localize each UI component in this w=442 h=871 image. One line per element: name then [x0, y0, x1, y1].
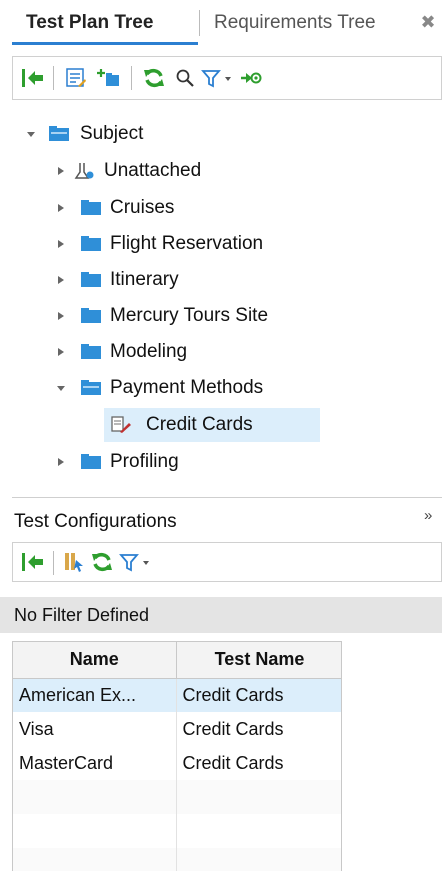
details-icon[interactable] [65, 67, 87, 89]
collapsed-arrow-icon[interactable] [54, 334, 68, 370]
cell-name: Visa [13, 712, 177, 746]
tree-item-unattached[interactable]: Unattached [0, 153, 442, 189]
filter-icon[interactable] [119, 551, 139, 573]
refresh-icon[interactable] [143, 67, 165, 89]
tree-item-label: Credit Cards [146, 414, 253, 435]
active-tab-indicator [12, 42, 198, 45]
folder-icon [81, 454, 101, 469]
open-folder-icon [49, 126, 69, 141]
collapse-icon[interactable]: » [424, 507, 438, 527]
column-header-test-name[interactable]: Test Name [176, 642, 341, 679]
tree-item-label: Profiling [110, 451, 179, 472]
cell-test-name: Credit Cards [176, 712, 341, 746]
tree-item-label: Subject [80, 123, 144, 144]
toolbar-separator [53, 66, 54, 90]
tree-item-itinerary[interactable]: Itinerary [0, 262, 442, 298]
tab-test-plan-tree[interactable]: Test Plan Tree [14, 0, 196, 44]
filter-status: No Filter Defined [0, 597, 442, 633]
splitter[interactable] [12, 497, 442, 498]
collapsed-arrow-icon[interactable] [54, 226, 68, 262]
tree-toolbar [12, 56, 442, 100]
tab-requirements-tree[interactable]: Requirements Tree [214, 0, 442, 44]
unattached-icon [74, 163, 94, 179]
empty-row [13, 780, 341, 814]
cell-test-name: Credit Cards [176, 678, 341, 712]
close-tab-icon[interactable]: ✖ [418, 12, 438, 32]
table-row[interactable]: MasterCard Credit Cards [13, 746, 341, 780]
table-row[interactable]: Visa Credit Cards [13, 712, 341, 746]
tree-item-profiling[interactable]: Profiling [0, 444, 442, 480]
filter-icon[interactable] [201, 67, 221, 89]
back-arrow-icon[interactable] [21, 67, 45, 89]
table-row[interactable]: American Ex... Credit Cards [13, 678, 341, 712]
select-columns-icon[interactable] [63, 551, 85, 573]
tree-item-label: Flight Reservation [110, 233, 264, 254]
tree-item-label: Itinerary [110, 269, 179, 290]
folder-icon [81, 200, 101, 215]
tab-bar: Test Plan Tree Requirements Tree ✖ [0, 0, 442, 48]
empty-row [13, 848, 341, 871]
cell-name: MasterCard [13, 746, 177, 780]
tree-item-payment-methods[interactable]: Payment Methods [0, 370, 442, 406]
folder-icon [81, 236, 101, 251]
tree-item-label: Payment Methods [110, 377, 264, 398]
toolbar-separator [53, 551, 54, 575]
collapsed-arrow-icon[interactable] [54, 190, 68, 226]
folder-icon [81, 344, 101, 359]
tree-item-label: Modeling [110, 341, 188, 362]
new-folder-icon[interactable] [97, 67, 121, 89]
tab-separator [199, 10, 200, 36]
collapsed-arrow-icon[interactable] [54, 153, 68, 189]
configurations-grid: Name Test Name American Ex... Credit Car… [12, 641, 342, 871]
collapsed-arrow-icon[interactable] [54, 298, 68, 334]
dropdown-arrow-icon[interactable] [223, 67, 233, 89]
toolbar-separator [131, 66, 132, 90]
expanded-arrow-icon[interactable] [24, 116, 38, 152]
test-script-icon [111, 416, 131, 433]
open-folder-icon [81, 380, 101, 395]
column-header-name[interactable]: Name [13, 642, 177, 679]
tree-item-label: Cruises [110, 197, 175, 218]
empty-row [13, 814, 341, 848]
section-title: Test Configurations [14, 511, 177, 532]
folder-icon [81, 308, 101, 323]
expanded-arrow-icon[interactable] [54, 370, 68, 406]
refresh-icon[interactable] [91, 551, 113, 573]
find-icon[interactable] [175, 67, 195, 89]
tree-item-label: Mercury Tours Site [110, 305, 269, 326]
tree-item-flight-reservation[interactable]: Flight Reservation [0, 226, 442, 262]
tree-item-mercury-tours-site[interactable]: Mercury Tours Site [0, 298, 442, 334]
back-arrow-icon[interactable] [21, 551, 45, 573]
tree-item-subject[interactable]: Subject [0, 116, 442, 152]
cell-test-name: Credit Cards [176, 746, 341, 780]
cell-name: American Ex... [13, 678, 177, 712]
folder-icon [81, 272, 101, 287]
tree-item-label: Unattached [104, 160, 202, 181]
configurations-toolbar [12, 542, 442, 582]
tree-item-cruises[interactable]: Cruises [0, 190, 442, 226]
go-to-icon[interactable] [239, 67, 263, 89]
dropdown-arrow-icon[interactable] [141, 551, 151, 573]
tree-item-credit-cards[interactable]: Credit Cards [0, 407, 442, 443]
tree-item-modeling[interactable]: Modeling [0, 334, 442, 370]
collapsed-arrow-icon[interactable] [54, 444, 68, 480]
collapsed-arrow-icon[interactable] [54, 262, 68, 298]
